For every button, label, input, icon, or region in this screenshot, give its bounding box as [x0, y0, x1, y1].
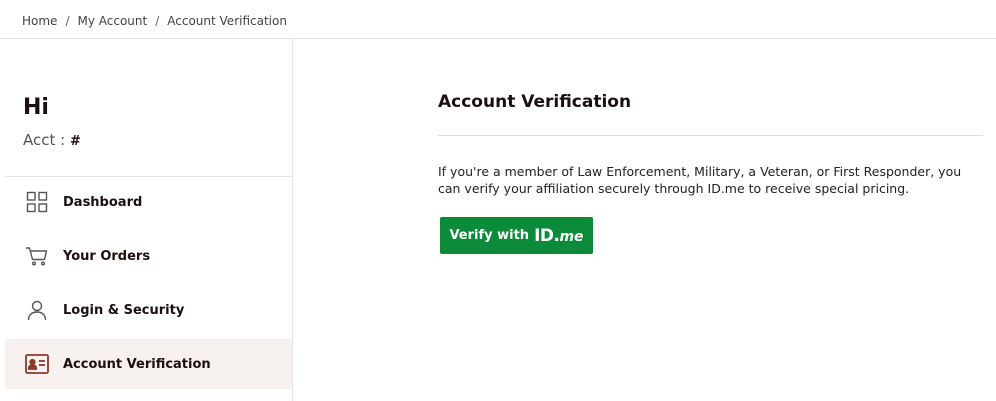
- breadcrumb: Home / My Account / Account Verification: [22, 14, 287, 28]
- verification-description: If you're a member of Law Enforcement, M…: [438, 164, 962, 196]
- verify-button-label: Verify with: [449, 228, 530, 243]
- account-number-value: #: [69, 134, 81, 149]
- account-sidebar: Hi Acct : # Dashboard Your Orders Login …: [5, 39, 293, 401]
- account-number: Acct : #: [23, 131, 81, 149]
- sidebar-item-label: Login & Security: [63, 302, 185, 318]
- sidebar-item-label: Dashboard: [63, 194, 143, 210]
- breadcrumb-home-link[interactable]: Home: [22, 14, 57, 28]
- id-card-icon: [25, 352, 49, 376]
- title-divider: [438, 135, 983, 136]
- cart-icon: [25, 244, 49, 268]
- sidebar-item-dashboard[interactable]: Dashboard: [5, 177, 292, 227]
- breadcrumb-separator: /: [155, 14, 160, 28]
- sidebar-item-your-orders[interactable]: Your Orders: [5, 231, 292, 281]
- verify-with-idme-button[interactable]: Verify with ID.me: [440, 217, 593, 254]
- sidebar-item-login-security[interactable]: Login & Security: [5, 285, 292, 335]
- breadcrumb-separator: /: [65, 14, 70, 28]
- breadcrumb-current: Account Verification: [167, 14, 287, 28]
- greeting: Hi: [23, 95, 49, 120]
- account-number-label: Acct :: [23, 131, 66, 149]
- grid-icon: [25, 190, 49, 214]
- page-title: Account Verification: [438, 92, 632, 112]
- user-icon: [25, 298, 49, 322]
- idme-logo: ID.me: [534, 225, 584, 246]
- breadcrumb-my-account-link[interactable]: My Account: [77, 14, 147, 28]
- sidebar-item-label: Your Orders: [63, 248, 151, 264]
- sidebar-item-label: Account Verification: [63, 356, 211, 372]
- sidebar-item-account-verification[interactable]: Account Verification: [5, 339, 292, 389]
